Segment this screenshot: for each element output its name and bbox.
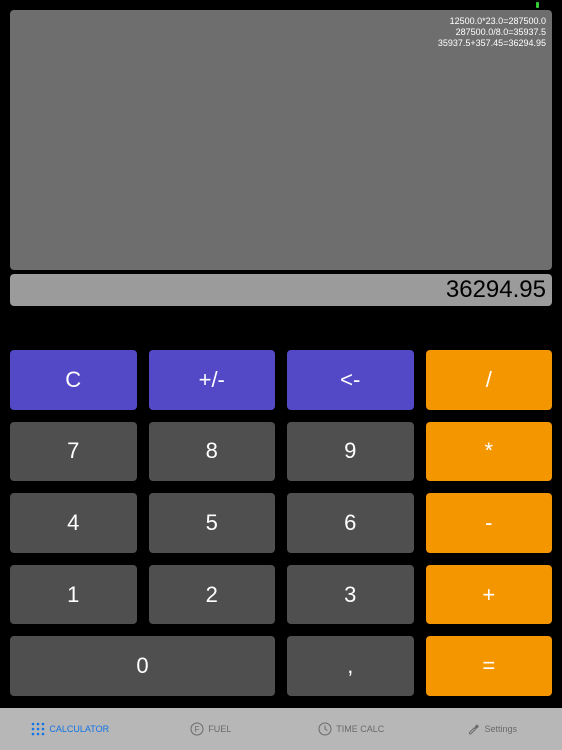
- multiply-button[interactable]: *: [426, 422, 553, 482]
- backspace-button[interactable]: <-: [287, 350, 414, 410]
- tab-timecalc[interactable]: TIME CALC: [281, 708, 422, 750]
- digit-6-button[interactable]: 6: [287, 493, 414, 553]
- digit-1-button[interactable]: 1: [10, 565, 137, 625]
- fuel-icon: F: [190, 722, 204, 736]
- digit-8-button[interactable]: 8: [149, 422, 276, 482]
- divide-button[interactable]: /: [426, 350, 553, 410]
- result-display: 36294.95: [10, 274, 552, 306]
- decimal-button[interactable]: ,: [287, 636, 414, 696]
- digit-5-button[interactable]: 5: [149, 493, 276, 553]
- svg-text:F: F: [195, 725, 200, 734]
- history-lines: 12500.0*23.0=287500.0 287500.0/8.0=35937…: [438, 16, 546, 49]
- digit-9-button[interactable]: 9: [287, 422, 414, 482]
- tab-calculator[interactable]: CALCULATOR: [0, 708, 141, 750]
- tab-bar: CALCULATOR F FUEL TIME CALC Settings: [0, 708, 562, 750]
- grid-icon: [31, 722, 45, 736]
- wrench-icon: [466, 722, 480, 736]
- history-panel: 12500.0*23.0=287500.0 287500.0/8.0=35937…: [10, 10, 552, 270]
- tab-label: Settings: [484, 724, 517, 734]
- tab-settings[interactable]: Settings: [422, 708, 562, 750]
- digit-7-button[interactable]: 7: [10, 422, 137, 482]
- minus-button[interactable]: -: [426, 493, 553, 553]
- tab-fuel[interactable]: F FUEL: [141, 708, 282, 750]
- digit-2-button[interactable]: 2: [149, 565, 276, 625]
- history-line: 287500.0/8.0=35937.5: [438, 27, 546, 38]
- status-indicator: [536, 2, 539, 8]
- history-line: 35937.5+357.45=36294.95: [438, 38, 546, 49]
- tab-label: CALCULATOR: [49, 724, 109, 734]
- sign-button[interactable]: +/-: [149, 350, 276, 410]
- keypad: C +/- <- / 7 8 9 * 4 5 6 - 1 2 3 + 0 , =: [10, 350, 552, 696]
- history-line: 12500.0*23.0=287500.0: [438, 16, 546, 27]
- digit-4-button[interactable]: 4: [10, 493, 137, 553]
- clock-icon: [318, 722, 332, 736]
- tab-label: FUEL: [208, 724, 231, 734]
- clear-button[interactable]: C: [10, 350, 137, 410]
- digit-3-button[interactable]: 3: [287, 565, 414, 625]
- digit-0-button[interactable]: 0: [10, 636, 275, 696]
- equals-button[interactable]: =: [426, 636, 553, 696]
- tab-label: TIME CALC: [336, 724, 384, 734]
- plus-button[interactable]: +: [426, 565, 553, 625]
